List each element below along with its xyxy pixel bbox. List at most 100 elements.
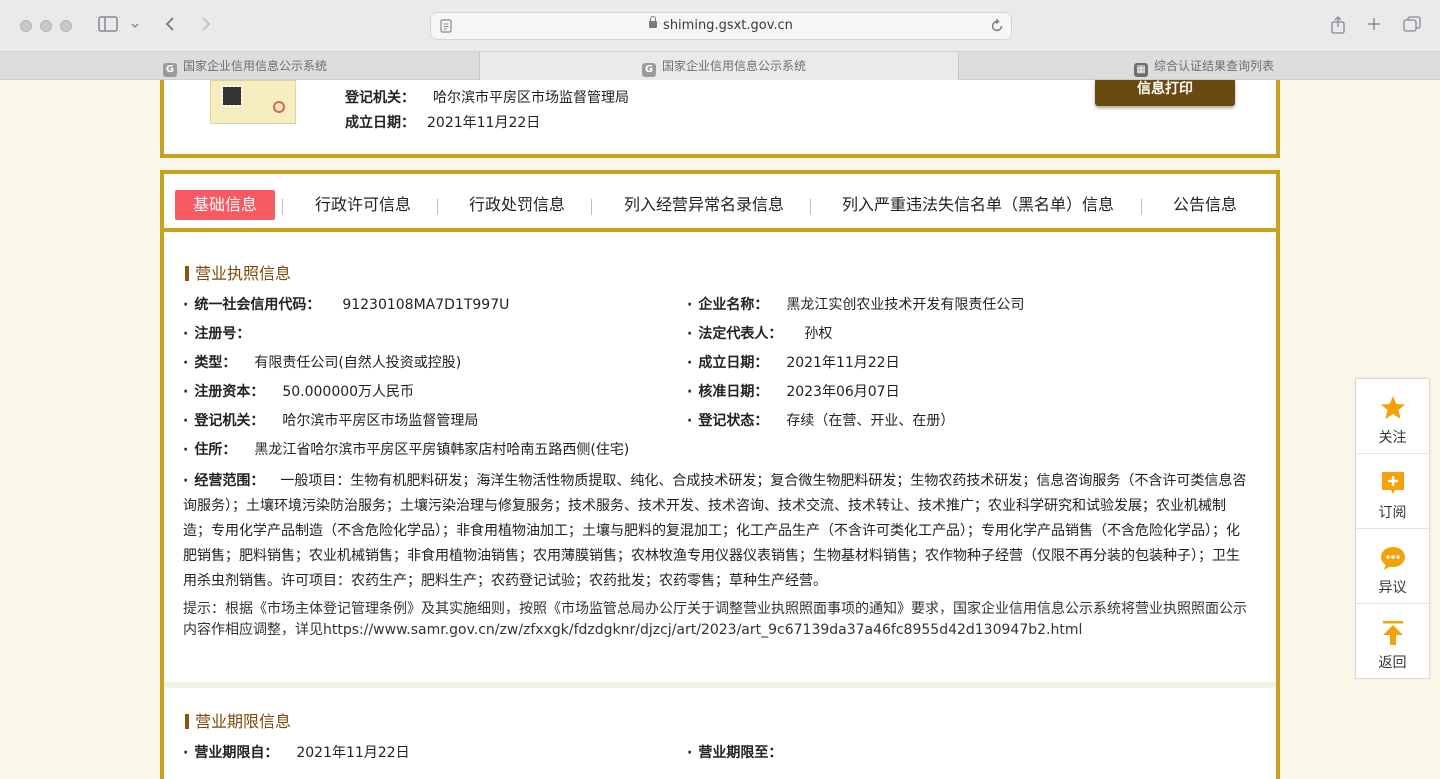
follow-label: 关注 — [1378, 430, 1407, 446]
gsxt-favicon-icon: G — [163, 63, 177, 77]
address-bar[interactable]: shiming.gsxt.gov.cn — [430, 12, 1012, 40]
license-tip: 提示：根据《市场主体登记管理条例》及其实施细则，按照《市场监管总局办公厅关于调整… — [183, 601, 1247, 638]
company-header-card: 登记机关： 哈尔滨市平房区市场监督管理局 成立日期： 2021年11月22日 信息打… — [160, 80, 1280, 158]
field-company-name: · 企业名称： 黑龙江实创农业技术开发有限责任公司 — [687, 297, 1025, 313]
credit-code-value: 91230108MA7D1T997U — [342, 297, 510, 313]
nav-separator — [810, 199, 811, 215]
nav-separator — [1141, 199, 1142, 215]
tab-label: 国家企业信用信息公示系统 — [183, 59, 328, 73]
nav-separator — [282, 199, 283, 215]
tab-admin-license[interactable]: 行政许可信息 — [315, 190, 411, 220]
header-established-label: 成立日期： — [345, 115, 415, 131]
print-info-button[interactable]: 信息打印 — [1095, 80, 1235, 106]
back-label: 返回 — [1378, 655, 1407, 671]
term-section-title: 营业期限信息 — [185, 708, 291, 732]
close-window-button[interactable] — [20, 20, 32, 32]
field-legal-rep: · 法定代表人： 孙权 — [687, 326, 833, 342]
legal-rep-label: 法定代表人： — [698, 326, 783, 342]
field-capital: · 注册资本： 50.000000万人民币 — [183, 384, 415, 400]
tab-announcements[interactable]: 公告信息 — [1173, 190, 1237, 220]
company-name-value: 黑龙江实创农业技术开发有限责任公司 — [786, 297, 1025, 313]
lock-icon — [649, 16, 658, 28]
share-icon[interactable] — [1328, 16, 1348, 36]
tab-gsxt-2[interactable]: G 国家企业信用信息公示系统 — [480, 52, 959, 80]
subscribe-button[interactable]: 订阅 — [1356, 454, 1429, 529]
term-to-label: 营业期限至： — [698, 745, 783, 761]
field-address: · 住所： 黑龙江省哈尔滨市平房区平房镇韩家店村哈南五路西侧(住宅) — [183, 442, 630, 458]
section-marker — [185, 266, 189, 281]
new-tab-icon[interactable] — [1364, 16, 1384, 36]
capital-value: 50.000000万人民币 — [282, 384, 415, 400]
tab-basic-info[interactable]: 基础信息 — [175, 190, 276, 220]
objection-button[interactable]: 异议 — [1356, 529, 1429, 604]
authority-value: 哈尔滨市平房区市场监督管理局 — [282, 413, 479, 429]
star-icon — [1380, 395, 1406, 421]
minimize-window-button[interactable] — [40, 20, 52, 32]
section-divider — [164, 682, 1276, 688]
approved-value: 2023年06月07日 — [786, 384, 900, 400]
header-established: 成立日期： 2021年11月22日 — [345, 112, 540, 132]
field-credit-code: · 统一社会信用代码： 91230108MA7D1T997U — [183, 297, 510, 313]
info-tab-nav: 基础信息 行政许可信息 行政处罚信息 列入经营异常名录信息 列入严重违法失信名单… — [164, 174, 1276, 232]
field-term-from: · 营业期限自： 2021年11月22日 — [183, 745, 410, 761]
status-label: 登记状态： — [698, 413, 769, 429]
grid-favicon-icon: ▦ — [1134, 63, 1148, 77]
scope-value: 一般项目：生物有机肥料研发；海洋生物活性物质提取、纯化、合成技术研发；复合微生物… — [183, 473, 1247, 589]
chevron-down-icon[interactable] — [128, 16, 142, 36]
zoom-window-button[interactable] — [60, 20, 72, 32]
back-icon[interactable] — [160, 16, 180, 36]
credit-code-label: 统一社会信用代码： — [194, 297, 321, 313]
capital-label: 注册资本： — [194, 384, 265, 400]
header-authority-label: 登记机关： — [345, 90, 415, 106]
tab-label: 国家企业信用信息公示系统 — [662, 59, 807, 73]
back-to-top-button[interactable]: 返回 — [1356, 604, 1429, 679]
chat-bubble-icon — [1380, 545, 1406, 571]
established-value: 2021年11月22日 — [786, 355, 900, 371]
field-authority: · 登记机关： 哈尔滨市平房区市场监督管理局 — [183, 413, 479, 429]
browser-tab-bar: G 国家企业信用信息公示系统 G 国家企业信用信息公示系统 ▦ 综合认证结果查询列表 — [0, 52, 1440, 80]
field-established: · 成立日期： 2021年11月22日 — [687, 355, 900, 371]
reg-no-label: 注册号： — [194, 326, 251, 342]
legal-rep-value: 孙权 — [804, 326, 833, 342]
type-value: 有限责任公司(自然人投资或控股) — [254, 355, 462, 371]
established-label: 成立日期： — [698, 355, 769, 371]
term-from-value: 2021年11月22日 — [296, 745, 410, 761]
nav-separator — [437, 199, 438, 215]
tab-blacklist[interactable]: 列入严重违法失信名单（黑名单）信息 — [842, 190, 1114, 220]
url-text: shiming.gsxt.gov.cn — [663, 18, 793, 33]
add-box-icon — [1380, 470, 1406, 496]
type-label: 类型： — [194, 355, 237, 371]
tab-admin-penalty[interactable]: 行政处罚信息 — [469, 190, 565, 220]
field-type: · 类型： 有限责任公司(自然人投资或控股) — [183, 355, 462, 371]
qr-code-icon — [221, 85, 243, 107]
tab-gsxt-1[interactable]: G 国家企业信用信息公示系统 — [0, 52, 480, 80]
field-business-scope: · 经营范围： 一般项目：生物有机肥料研发；海洋生物活性物质提取、纯化、合成技术研发… — [183, 473, 1247, 589]
tab-auth-results[interactable]: ▦ 综合认证结果查询列表 — [959, 52, 1440, 80]
floating-action-bar: 关注 订阅 异议 返回 — [1355, 378, 1430, 679]
approved-label: 核准日期： — [698, 384, 769, 400]
browser-toolbar: shiming.gsxt.gov.cn — [0, 0, 1440, 52]
license-thumbnail[interactable] — [210, 80, 296, 124]
license-section-title-text: 营业执照信息 — [195, 264, 292, 283]
license-section-title: 营业执照信息 — [185, 260, 291, 284]
header-authority-value: 哈尔滨市平房区市场监督管理局 — [433, 90, 629, 106]
address-value: 黑龙江省哈尔滨市平房区平房镇韩家店村哈南五路西侧(住宅) — [254, 442, 630, 458]
authority-label: 登记机关： — [194, 413, 265, 429]
company-name-label: 企业名称： — [698, 297, 769, 313]
tab-label: 综合认证结果查询列表 — [1154, 59, 1275, 73]
gsxt-favicon-icon: G — [642, 63, 656, 77]
tab-overview-icon[interactable] — [1401, 16, 1423, 36]
sidebar-toggle-icon[interactable] — [97, 16, 119, 36]
reload-icon[interactable] — [990, 18, 1004, 37]
forward-icon[interactable] — [196, 16, 216, 36]
seal-icon — [273, 101, 285, 113]
field-term-to: · 营业期限至： — [687, 745, 783, 761]
main-info-card: 基础信息 行政许可信息 行政处罚信息 列入经营异常名录信息 列入严重违法失信名单… — [160, 170, 1280, 779]
section-marker — [185, 714, 189, 729]
follow-button[interactable]: 关注 — [1356, 379, 1429, 454]
header-authority: 登记机关： 哈尔滨市平房区市场监督管理局 — [345, 87, 629, 107]
field-status: · 登记状态： 存续（在营、开业、在册） — [687, 413, 955, 429]
field-approved: · 核准日期： 2023年06月07日 — [687, 384, 900, 400]
address-label: 住所： — [194, 442, 237, 458]
tab-abnormal-list[interactable]: 列入经营异常名录信息 — [624, 190, 784, 220]
